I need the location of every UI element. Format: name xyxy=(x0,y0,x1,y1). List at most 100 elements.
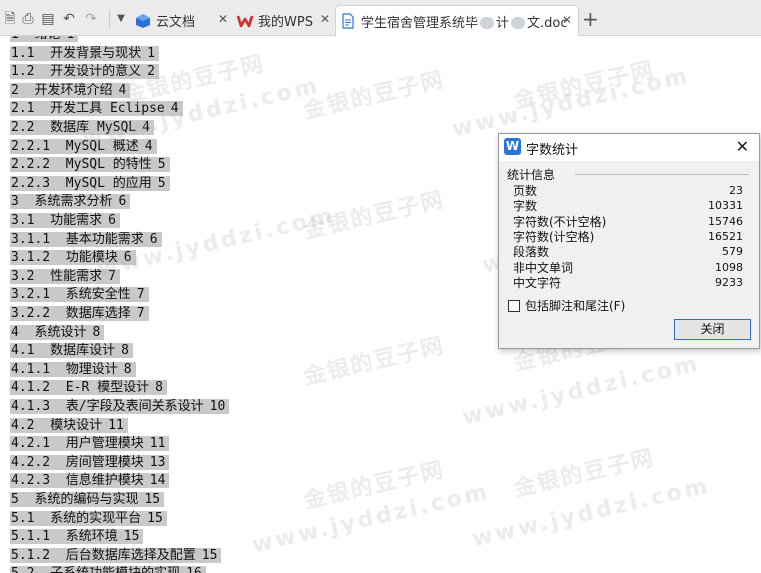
watermark-en: www.jyddzi.com xyxy=(460,351,703,431)
preview-icon[interactable]: ▤ xyxy=(40,11,56,27)
toc-page-number: 8 xyxy=(155,380,163,396)
tab-cloud-docs[interactable]: 云文档 ✕ xyxy=(135,5,235,36)
toc-entry[interactable]: 4 系统设计 8 xyxy=(10,324,105,342)
toc-entry-text: 5 系统的编码与实现 15 xyxy=(10,492,165,507)
toc-entry[interactable]: 4.1.2 E-R 模型设计 8 xyxy=(10,379,167,397)
toc-entry[interactable]: 3.1.2 功能模块 6 xyxy=(10,249,136,267)
redo-icon[interactable]: ↷ xyxy=(83,11,99,27)
stat-label: 中文字符 xyxy=(513,275,562,290)
stat-value: 16521 xyxy=(708,229,743,243)
close-button[interactable]: 关闭 xyxy=(674,319,751,340)
close-icon[interactable]: ✕ xyxy=(736,137,749,156)
toc-entry[interactable]: 3.2.2 数据库选择 7 xyxy=(10,305,149,323)
toc-entry[interactable]: 3.1 功能需求 6 xyxy=(10,212,120,230)
stat-row: 字数 10331 xyxy=(513,198,743,214)
toc-entry[interactable]: 2.1 开发工具 Eclipse 4 xyxy=(10,100,183,118)
tab-my-wps[interactable]: 我的WPS ✕ xyxy=(237,5,335,36)
toc-page-number: 7 xyxy=(136,306,145,321)
print-icon[interactable]: ⎙ xyxy=(20,11,36,27)
stat-row: 中文字符 9233 xyxy=(513,275,743,291)
toc-entry[interactable]: 4.2 模块设计 11 xyxy=(10,417,128,435)
toc-entry[interactable]: 3.2.1 系统安全性 7 xyxy=(10,286,149,304)
toc-page-number: 15 xyxy=(147,510,163,526)
toc-entry[interactable]: 2.2.3 MySQL 的应用 5 xyxy=(10,175,170,193)
watermark-cn: 金银的豆子网 xyxy=(511,445,658,503)
watermark-cn: 金银的豆子网 xyxy=(511,57,658,115)
wps-logo-icon xyxy=(237,15,253,27)
toc-entry[interactable]: 3.2 性能需求 7 xyxy=(10,268,120,286)
toc-entry[interactable]: 4.2.1 用户管理模块 11 xyxy=(10,435,170,453)
tab-label: 学生宿舍管理系统毕计文.doc xyxy=(361,15,568,31)
stats-group-label: 统计信息 xyxy=(507,168,556,182)
toc-page-number: 6 xyxy=(108,213,116,228)
toc-entry-text: 4.1 数据库设计 8 xyxy=(10,343,133,359)
toc-page-number: 1 xyxy=(147,45,155,61)
add-tab-icon[interactable]: + xyxy=(582,9,599,29)
toc-entry[interactable]: 4.1.1 物理设计 8 xyxy=(10,361,136,379)
toc-entry[interactable]: 5.1 系统的实现平台 15 xyxy=(10,510,167,528)
toc-entry[interactable]: 2 开发环境介绍 4 xyxy=(10,82,131,100)
doc-file-icon xyxy=(342,13,354,29)
toc-entry[interactable]: 3.1.1 基本功能需求 6 xyxy=(10,231,162,249)
toc-entry-text: 1.1 开发背景与现状 1 xyxy=(10,45,159,61)
stat-value: 10331 xyxy=(708,199,743,213)
toc-entry[interactable]: 1.1 开发背景与现状 1 xyxy=(10,45,159,63)
toc-page-number: 11 xyxy=(108,417,124,433)
toc-entry[interactable]: 4.2.2 房间管理模块 13 xyxy=(10,454,170,472)
toc-entry-text: 4.2.1 用户管理模块 11 xyxy=(10,436,170,452)
toc-page-number: 5 xyxy=(157,175,166,191)
toc-entry-text: 5.2 子系统功能模块的实现16 xyxy=(10,566,206,573)
toc-entry[interactable]: 4.1.3 表/字段及表间关系设计 10 xyxy=(10,398,230,416)
tab-label: 我的WPS xyxy=(258,15,313,30)
tab-document[interactable]: 学生宿舍管理系统毕计文.doc ✕ xyxy=(335,5,579,36)
stat-value: 23 xyxy=(729,184,743,197)
tab-bar: 🗎 ⎙ ▤ ↶ ↷ ▼ 云文档 ✕ 我的WPS ✕ 学生宿舍管理系统毕计文.do… xyxy=(0,0,761,36)
stat-value: 1098 xyxy=(715,260,743,274)
toolbar-separator xyxy=(109,10,110,28)
toc-page-number: 13 xyxy=(149,454,166,470)
toc-entry[interactable]: 2.2.1 MySQL 概述 4 xyxy=(10,138,157,156)
stat-row: 段落数 579 xyxy=(513,244,743,260)
checkbox-box[interactable] xyxy=(508,299,520,312)
toc-page-number: 16 xyxy=(186,566,202,573)
watermark-cn: 金银的豆子网 xyxy=(301,67,448,125)
close-icon[interactable]: ✕ xyxy=(218,12,228,26)
toc-entry-text: 4.2.2 房间管理模块 13 xyxy=(10,454,170,470)
dropdown-icon[interactable]: ▼ xyxy=(113,11,129,27)
toc-page-number: 8 xyxy=(92,324,101,340)
toc-entry[interactable]: 1 绪论1 xyxy=(10,36,79,44)
dialog-title: 字数统计 xyxy=(526,143,579,158)
toc-entry[interactable]: 5.2 子系统功能模块的实现16 xyxy=(10,565,206,573)
toc-page-number: 15 xyxy=(201,547,218,563)
toc-entry[interactable]: 5.1.1 系统环境 15 xyxy=(10,528,144,546)
tab-label: 云文档 xyxy=(156,15,196,30)
toc-page-number: 15 xyxy=(144,492,161,507)
toc-entry-text: 3.2.1 系统安全性 7 xyxy=(10,287,149,303)
undo-icon[interactable]: ↶ xyxy=(61,11,77,27)
watermark-cn: 金银的豆子网 xyxy=(301,187,448,245)
toc-entry[interactable]: 4.2.3 信息维护模块 14 xyxy=(10,472,170,490)
toc-entry-text: 2.2.1 MySQL 概述 4 xyxy=(10,138,157,154)
toc-entry[interactable]: 2.2.2 MySQL 的特性 5 xyxy=(10,156,170,174)
dialog-title-bar[interactable]: W 字数统计 ✕ xyxy=(499,134,759,161)
toc-entry-text: 4.1.3 表/字段及表间关系设计 10 xyxy=(10,399,230,414)
close-icon[interactable]: ✕ xyxy=(562,13,572,27)
toc-entry-text: 2.2.2 MySQL 的特性 5 xyxy=(10,157,170,173)
toc-entry[interactable]: 2.2 数据库 MySQL 4 xyxy=(10,119,154,137)
toc-entry[interactable]: 5.1.2 后台数据库选择及配置 15 xyxy=(10,547,222,565)
toc-entry-text: 5.1.2 后台数据库选择及配置 15 xyxy=(10,547,222,563)
toc-entry-text: 2.2.3 MySQL 的应用 5 xyxy=(10,175,170,191)
watermark-cn: 金银的豆子网 xyxy=(301,333,448,391)
wps-logo-icon: W xyxy=(504,138,521,155)
include-footnotes-checkbox[interactable]: 包括脚注和尾注(F) xyxy=(508,297,625,314)
toc-entry[interactable]: 1.2 开发设计的意义 2 xyxy=(10,63,159,81)
save-icon[interactable]: 🗎 xyxy=(2,11,18,27)
stat-label: 非中文单词 xyxy=(513,260,574,275)
stat-label: 字符数(不计空格) xyxy=(513,214,607,229)
close-icon[interactable]: ✕ xyxy=(320,12,330,26)
toc-entry[interactable]: 5 系统的编码与实现 15 xyxy=(10,491,165,509)
toc-entry-text: 1.2 开发设计的意义 2 xyxy=(10,64,159,80)
toc-entry[interactable]: 4.1 数据库设计 8 xyxy=(10,342,133,360)
toc-page-number: 14 xyxy=(149,473,166,489)
toc-entry[interactable]: 3 系统需求分析 6 xyxy=(10,193,131,211)
